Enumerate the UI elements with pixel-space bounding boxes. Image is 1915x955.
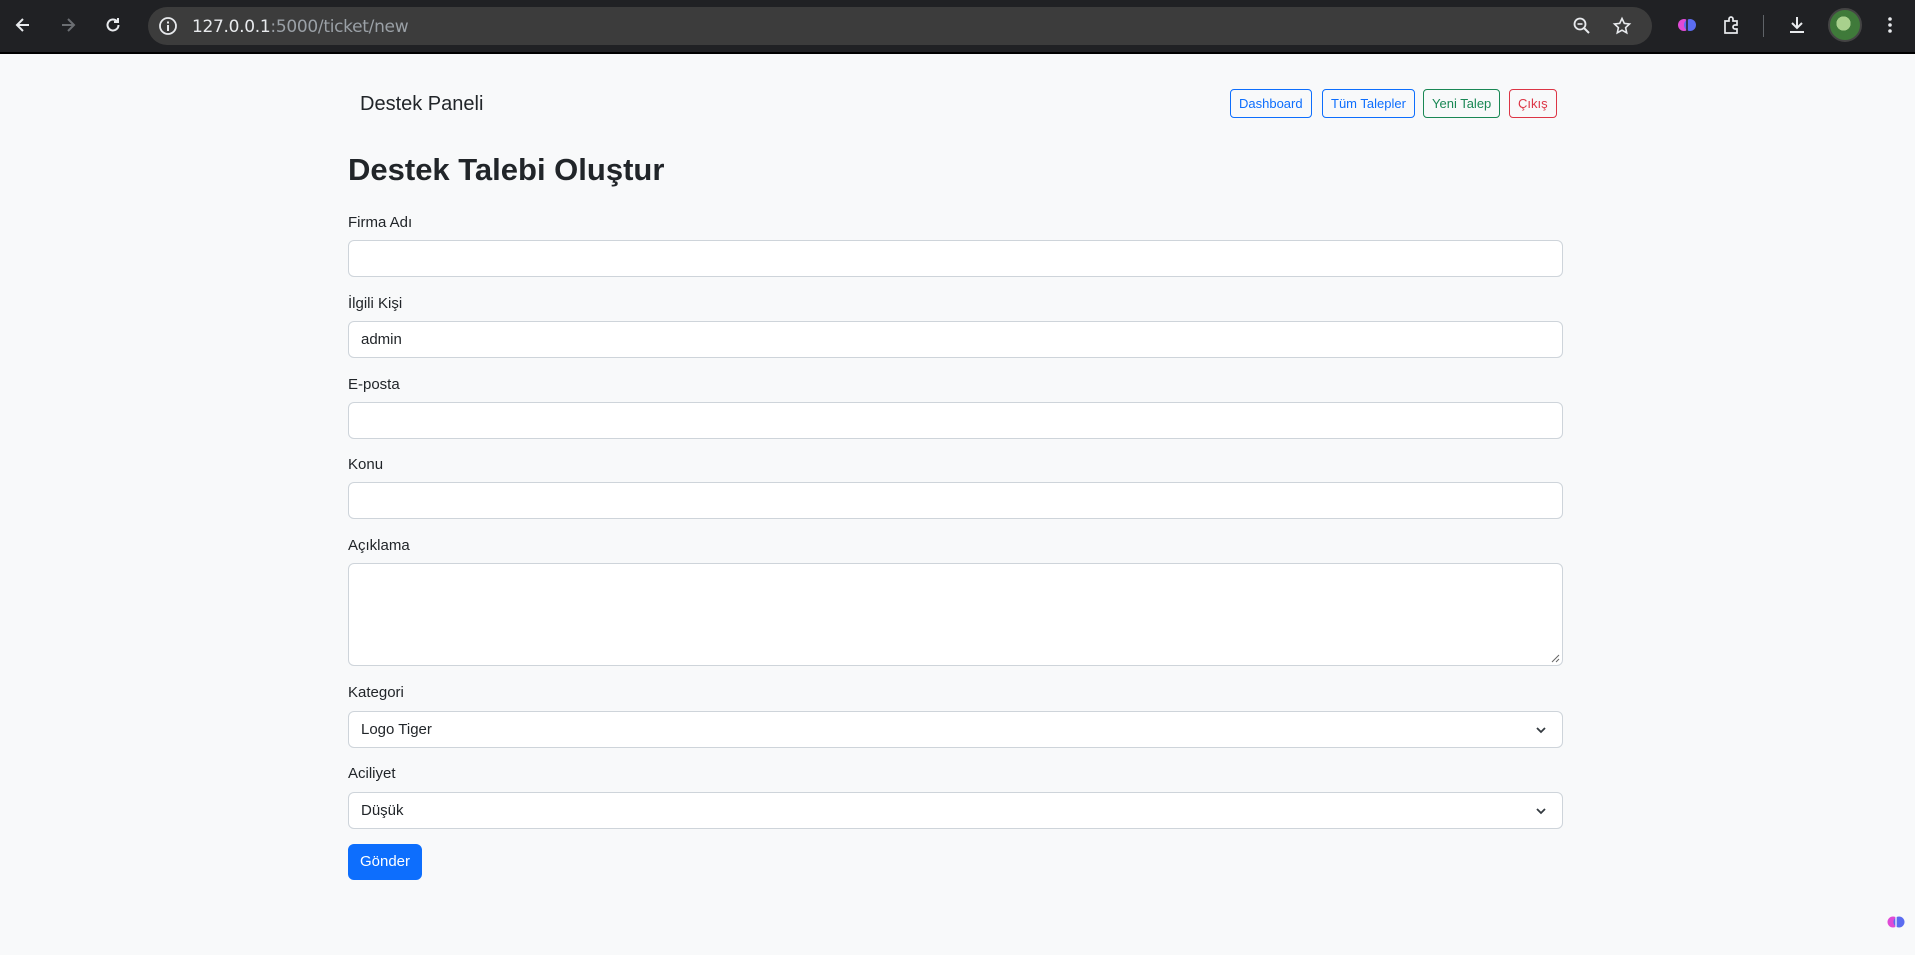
reload-icon[interactable] — [100, 12, 126, 38]
nav-logout-button[interactable]: Çıkış — [1509, 89, 1557, 118]
url-path: :5000/ticket/new — [270, 17, 409, 37]
chevron-down-icon — [1536, 727, 1546, 734]
priority-selected-value: Düşük — [361, 802, 404, 819]
nav-all-tickets-button[interactable]: Tüm Talepler — [1322, 89, 1415, 118]
nav-new-ticket-button[interactable]: Yeni Talep — [1423, 89, 1501, 118]
contact-label: İlgili Kişi — [348, 295, 403, 312]
extension-brain-icon[interactable] — [1886, 912, 1906, 932]
email-label: E-posta — [348, 376, 400, 393]
zoom-icon[interactable] — [1572, 16, 1592, 36]
description-textarea[interactable] — [348, 563, 1563, 666]
extension-brain-icon[interactable] — [1676, 14, 1698, 36]
contact-input[interactable]: admin — [348, 321, 1563, 358]
resize-handle-icon[interactable] — [1550, 653, 1560, 663]
priority-select[interactable]: Düşük — [348, 792, 1563, 829]
nav-dashboard-button[interactable]: Dashboard — [1230, 89, 1312, 118]
bookmark-star-icon[interactable] — [1612, 16, 1632, 36]
chevron-down-icon — [1536, 808, 1546, 815]
category-select[interactable]: Logo Tiger — [348, 711, 1563, 748]
extensions-puzzle-icon[interactable] — [1721, 14, 1743, 36]
category-label: Kategori — [348, 684, 404, 701]
description-label: Açıklama — [348, 537, 410, 554]
profile-avatar[interactable] — [1828, 8, 1862, 42]
page-title: Destek Talebi Oluştur — [348, 152, 665, 187]
email-input[interactable] — [348, 402, 1563, 439]
url-host: 127.0.0.1 — [192, 17, 271, 37]
download-icon[interactable] — [1786, 14, 1808, 36]
subject-label: Konu — [348, 456, 384, 473]
subject-input[interactable] — [348, 482, 1563, 519]
company-input[interactable] — [348, 240, 1563, 277]
back-icon[interactable] — [10, 12, 36, 38]
forward-icon[interactable] — [55, 12, 81, 38]
toolbar-divider — [1763, 15, 1764, 37]
more-menu-icon[interactable] — [1879, 14, 1901, 36]
brand-title[interactable]: Destek Paneli — [360, 93, 483, 116]
address-bar[interactable]: 127.0.0.1:5000/ticket/new — [148, 7, 1652, 45]
submit-button[interactable]: Gönder — [348, 844, 422, 880]
category-selected-value: Logo Tiger — [361, 721, 432, 738]
site-info-icon[interactable] — [158, 16, 178, 36]
url-text: 127.0.0.1:5000/ticket/new — [192, 17, 409, 37]
company-label: Firma Adı — [348, 214, 413, 231]
priority-label: Aciliyet — [348, 765, 396, 782]
browser-toolbar: 127.0.0.1:5000/ticket/new — [0, 0, 1915, 54]
